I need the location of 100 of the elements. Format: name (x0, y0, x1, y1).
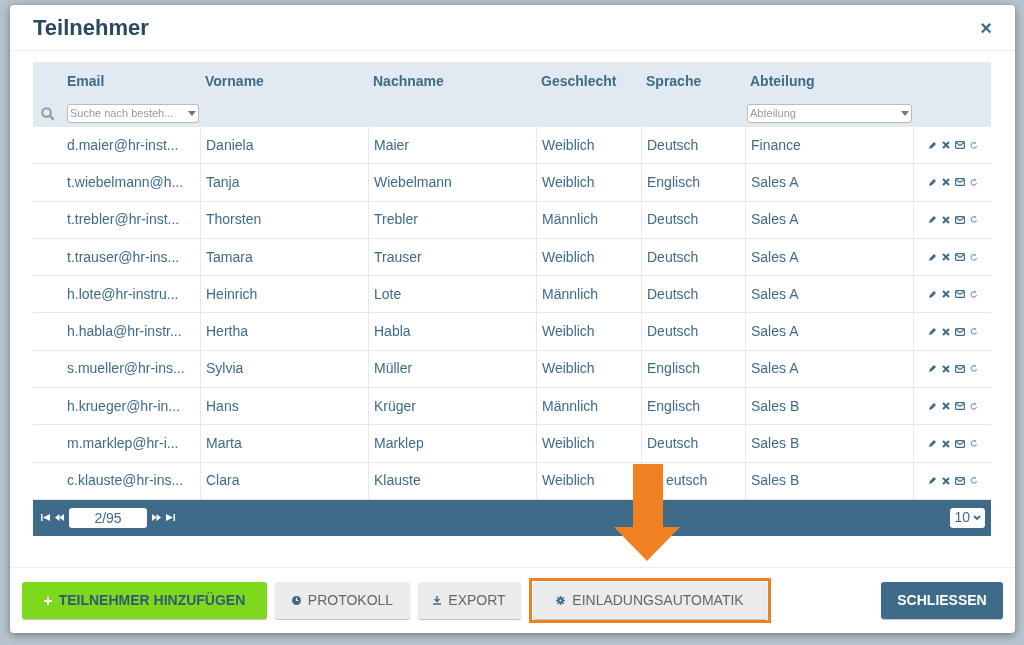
mail-icon[interactable] (954, 476, 965, 485)
pencil-icon[interactable] (927, 215, 937, 225)
table-cell-text: Deutsch (647, 135, 699, 155)
table-cell-text: t.trauser@hr-ins... (67, 247, 180, 267)
table-cell-text: h.lote@hr-instru... (67, 284, 179, 304)
column-header: Email (67, 73, 105, 89)
pencil-icon[interactable] (927, 401, 937, 411)
table-cell-text: Sales A (751, 210, 799, 230)
delete-icon[interactable] (941, 215, 950, 224)
add-button[interactable]: TEILNEHMER HINZUFÜGEN (22, 582, 267, 619)
pencil-icon[interactable] (927, 140, 937, 150)
table-cell-text: eutsch (665, 471, 708, 491)
table-cell-text: s.mueller@hr-ins... (67, 359, 185, 379)
table-cell-text: Sales B (751, 434, 800, 453)
table-cell-text: Deutsch (647, 210, 699, 230)
table-cell-text: Daniela (206, 135, 254, 155)
delete-icon[interactable] (941, 290, 950, 299)
table-cell-text: Finance (751, 135, 801, 155)
table-cell-text: Männlich (542, 210, 599, 230)
next-page-icon[interactable] (152, 514, 161, 522)
table-cell-text: Weiblich (542, 434, 595, 453)
delete-icon[interactable] (941, 178, 950, 187)
table-cell-text: Heinrich (206, 284, 258, 304)
automation-button[interactable]: EINLADUNGSAUTOMATIK (533, 582, 767, 619)
delete-icon[interactable] (941, 476, 950, 485)
table-cell-text: t.trebler@hr-inst... (67, 210, 180, 230)
table-cell-text: Tanja (206, 172, 240, 192)
table-cell-text: Männlich (542, 396, 599, 416)
table-cell-text: Wiebelmann (374, 172, 452, 192)
table-cell-text: Klauste (374, 471, 421, 491)
delete-icon[interactable] (941, 439, 950, 448)
filter-dropdown[interactable]: Suche nach besteh... (67, 104, 199, 123)
table-cell-text: Deutsch (647, 284, 699, 304)
refresh-icon[interactable] (969, 289, 978, 299)
refresh-icon[interactable] (969, 327, 978, 337)
filter-dropdown[interactable]: Abteilung (747, 104, 912, 123)
mail-icon[interactable] (954, 327, 965, 336)
mail-icon[interactable] (954, 178, 965, 187)
log-button[interactable]: PROTOKOLL (275, 582, 410, 619)
table-cell-text: Hertha (206, 322, 249, 342)
pencil-icon[interactable] (927, 252, 937, 262)
close-button[interactable]: SCHLIESSEN (881, 582, 1003, 619)
plus-icon (43, 596, 52, 605)
page-field[interactable]: 2/95 (69, 507, 147, 528)
delete-icon[interactable] (941, 402, 950, 411)
page-size-dropdown[interactable]: 10 (950, 507, 985, 528)
table-cell-text: Marta (206, 434, 242, 453)
refresh-icon[interactable] (969, 252, 978, 262)
refresh-icon[interactable] (969, 439, 978, 448)
table-cell-text: Englisch (647, 396, 700, 416)
table-cell-text: h.krueger@hr-in... (67, 396, 181, 416)
previous-page-icon[interactable] (55, 514, 64, 522)
last-page-icon[interactable] (166, 514, 175, 522)
table-cell-text: Sales A (751, 284, 799, 304)
mail-icon[interactable] (954, 290, 965, 299)
delete-icon[interactable] (941, 364, 950, 373)
table-cell-text: Englisch (647, 172, 700, 192)
table-cell-text: Sylvia (206, 359, 244, 379)
mail-icon[interactable] (954, 439, 965, 448)
pencil-icon[interactable] (927, 364, 937, 374)
column-header: Sprache (646, 73, 702, 89)
mail-icon[interactable] (954, 141, 965, 150)
refresh-icon[interactable] (969, 177, 978, 187)
table-cell-text: Weiblich (542, 471, 595, 491)
mail-icon[interactable] (954, 253, 965, 262)
pencil-icon[interactable] (927, 476, 937, 486)
table-cell-text: Trebler (374, 210, 418, 230)
table-cell-text: h.habla@hr-instr... (67, 322, 182, 342)
refresh-icon[interactable] (969, 140, 978, 150)
pencil-icon[interactable] (927, 177, 937, 187)
column-header: Nachname (373, 73, 444, 89)
refresh-icon[interactable] (969, 476, 978, 486)
pencil-icon[interactable] (927, 289, 937, 299)
mail-icon[interactable] (954, 215, 965, 224)
table-cell-text: Hans (206, 396, 239, 416)
caret-icon (188, 111, 196, 116)
table-cell-text: Sales A (751, 359, 799, 379)
caret-icon (901, 111, 909, 116)
delete-icon[interactable] (941, 327, 950, 336)
first-page-icon[interactable] (41, 514, 50, 522)
table-cell-text: Marklep (374, 434, 424, 453)
mail-icon[interactable] (954, 402, 965, 411)
refresh-icon[interactable] (969, 215, 978, 225)
table-cell-text: Weiblich (542, 322, 595, 342)
mail-icon[interactable] (954, 364, 965, 373)
table-cell-text: Habla (374, 322, 411, 342)
table-cell-text: Clara (206, 471, 240, 491)
pencil-icon[interactable] (927, 439, 937, 448)
download-icon (433, 596, 442, 605)
refresh-icon[interactable] (969, 364, 978, 374)
table-cell-text: Englisch (647, 359, 700, 379)
pencil-icon[interactable] (927, 327, 937, 337)
refresh-icon[interactable] (969, 401, 978, 411)
dialog-title: Teilnehmer (33, 14, 149, 42)
delete-icon[interactable] (941, 253, 950, 262)
delete-icon[interactable] (941, 141, 950, 150)
export-button[interactable]: EXPORT (418, 582, 521, 619)
close-button[interactable]: × (980, 17, 992, 38)
table-cell-text: Deutsch (647, 434, 699, 453)
table-cell-text: Weiblich (542, 359, 595, 379)
